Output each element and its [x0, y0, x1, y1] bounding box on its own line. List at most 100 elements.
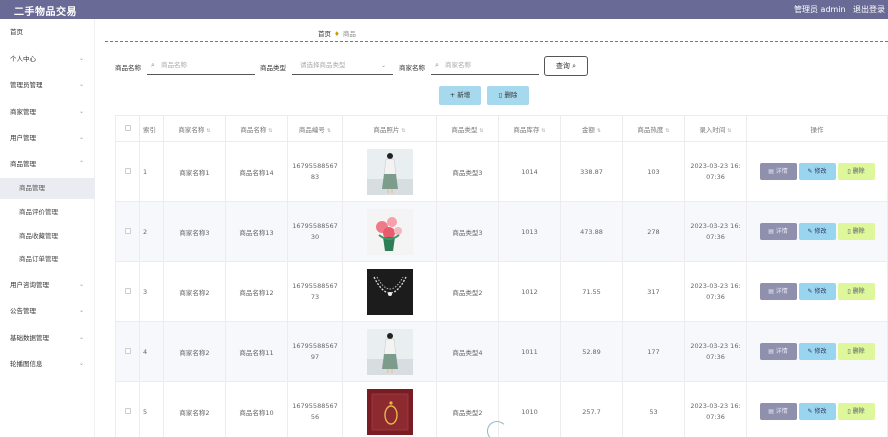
column-header[interactable]: 商品库存 ⇅ — [498, 115, 561, 142]
detail-button[interactable]: ▤ 详情 — [759, 283, 797, 300]
time-cell: 2023-03-23 16:07:36 — [684, 141, 747, 202]
merchant-name-label: 商家名称 — [399, 64, 425, 72]
logout-link[interactable]: 退出登录 — [853, 4, 885, 15]
heat-cell: 177 — [622, 321, 685, 382]
breadcrumb-home[interactable]: 首页 — [318, 30, 331, 38]
edit-icon: ✎ — [807, 348, 813, 355]
sidebar-item-merchants[interactable]: 商家管理 ⌄ — [0, 101, 95, 123]
edit-button[interactable]: ✎ 修改 — [798, 163, 836, 180]
sidebar-item-label: 轮播图信息 — [10, 360, 43, 368]
sort-icon: ⇅ — [326, 127, 332, 134]
merchant-name-input[interactable]: ⌕ 商家名称 — [431, 56, 539, 75]
column-header[interactable]: 商品编号 ⇅ — [287, 115, 343, 142]
time-cell: 2023-03-23 16:07:36 — [684, 261, 747, 322]
goods-photo-cell — [342, 261, 437, 322]
sidebar-item-admins[interactable]: 管理员管理 ⌄ — [0, 74, 95, 96]
chevron-down-icon: ⌄ — [78, 55, 84, 62]
goods-name-input[interactable]: ⌕ 商品名称 — [147, 56, 255, 75]
sidebar-item-goods[interactable]: 商品管理 ⌃ — [0, 153, 95, 175]
detail-button[interactable]: ▤ 详情 — [759, 403, 797, 420]
row-checkbox[interactable] — [115, 321, 140, 382]
column-header[interactable]: 商品热度 ⇅ — [622, 115, 685, 142]
sidebar-sub-label: 商品订单管理 — [19, 255, 58, 263]
goods-photo-cell — [342, 201, 437, 262]
column-header[interactable]: 商品类型 ⇅ — [436, 115, 499, 142]
goods-type-select[interactable]: 请选择商品类型 ⌄ — [292, 56, 393, 75]
delete-button[interactable]: ▯ 删除 — [837, 163, 875, 180]
detail-button[interactable]: ▤ 详情 — [759, 223, 797, 240]
row-index: 3 — [139, 261, 164, 322]
earring-photo[interactable] — [366, 388, 413, 435]
delete-button[interactable]: ▯ 删除 — [837, 283, 875, 300]
sidebar-sub-orders[interactable]: 商品订单管理 — [0, 249, 95, 270]
sidebar-item-notices[interactable]: 公告管理 ⌄ — [0, 300, 95, 322]
row-checkbox[interactable] — [115, 381, 140, 437]
sort-icon: ⇅ — [541, 127, 546, 134]
query-button[interactable]: 查询 ⌕ — [544, 56, 588, 76]
row-checkbox[interactable] — [115, 261, 140, 322]
batch-delete-button[interactable]: ▯ 删除 — [487, 86, 529, 105]
breadcrumb: 首页 ♦ 商品 — [318, 28, 356, 38]
time-cell: 2023-03-23 16:07:36 — [684, 321, 747, 382]
delete-button[interactable]: ▯ 删除 — [837, 223, 875, 240]
select-all-checkbox[interactable] — [115, 115, 140, 142]
sidebar-item-label: 用户咨询管理 — [10, 281, 49, 289]
sidebar-sub-label: 商品评价管理 — [19, 208, 58, 216]
row-checkbox[interactable] — [115, 201, 140, 262]
row-checkbox[interactable] — [115, 141, 140, 202]
ops-cell: ▤ 详情 ✎ 修改 ▯ 删除 — [746, 201, 888, 262]
ops-cell: ▤ 详情 ✎ 修改 ▯ 删除 — [746, 141, 888, 202]
edit-button[interactable]: ✎ 修改 — [798, 403, 836, 420]
detail-button[interactable]: ▤ 详情 — [759, 163, 797, 180]
column-header[interactable]: 商家名称 ⇅ — [163, 115, 226, 142]
sidebar-sub-goods[interactable]: 商品管理 — [0, 178, 95, 199]
column-header[interactable]: 商品照片 ⇅ — [342, 115, 437, 142]
column-header[interactable]: 商品名称 ⇅ — [225, 115, 288, 142]
chevron-down-icon: ⌄ — [78, 134, 84, 141]
edit-button[interactable]: ✎ 修改 — [798, 343, 836, 360]
ops-cell: ▤ 详情 ✎ 修改 ▯ 删除 — [746, 321, 888, 382]
flowers-photo[interactable] — [366, 208, 413, 255]
sort-icon: ⇅ — [401, 127, 406, 134]
merchant-cell: 商家名称1 — [163, 141, 226, 202]
chevron-down-icon: ⌄ — [78, 334, 84, 341]
sidebar-item-users[interactable]: 用户管理 ⌄ — [0, 127, 95, 149]
detail-icon: ▤ — [768, 228, 774, 235]
dress-photo[interactable] — [366, 328, 413, 375]
sidebar-item-profile[interactable]: 个人中心 ⌄ — [0, 48, 95, 70]
stock-cell: 1014 — [498, 141, 561, 202]
sidebar-item-basedata[interactable]: 基础数据管理 ⌄ — [0, 327, 95, 349]
sidebar-item-consult[interactable]: 用户咨询管理 ⌄ — [0, 274, 95, 296]
delete-button[interactable]: ▯ 删除 — [837, 403, 875, 420]
edit-button[interactable]: ✎ 修改 — [798, 283, 836, 300]
goods-table: 索引 商家名称 ⇅ 商品名称 ⇅ 商品编号 ⇅ 商品照片 ⇅ 商品类型 ⇅ 商品库存 ⇅ 金… — [115, 115, 888, 437]
edit-icon: ✎ — [807, 168, 813, 175]
sidebar-sub-label: 商品管理 — [19, 184, 45, 192]
sidebar-sub-label: 商品收藏管理 — [19, 232, 58, 240]
trash-icon: ▯ — [498, 91, 503, 99]
sidebar-item-carousel[interactable]: 轮播图信息 ⌄ — [0, 353, 95, 375]
necklace-photo[interactable] — [366, 268, 413, 315]
table-row: 3 商家名称2 商品名称12 1679558856773 商品类型2 1012 … — [115, 261, 888, 322]
sidebar-sub-reviews[interactable]: 商品评价管理 — [0, 202, 95, 223]
delete-button[interactable]: ▯ 删除 — [837, 343, 875, 360]
column-header[interactable]: 录入时间 ⇅ — [684, 115, 747, 142]
goods-photo-cell — [342, 321, 437, 382]
sidebar-sub-favorites[interactable]: 商品收藏管理 — [0, 226, 95, 247]
detail-icon: ▤ — [768, 288, 774, 295]
goods-type-cell: 商品类型2 — [436, 261, 499, 322]
goods-name-cell: 商品名称12 — [225, 261, 288, 322]
sidebar-item-home[interactable]: 首页 — [0, 21, 95, 43]
chevron-up-icon: ⌃ — [78, 160, 84, 167]
loading-spinner-icon — [487, 421, 507, 437]
dress-photo[interactable] — [366, 148, 413, 195]
edit-button[interactable]: ✎ 修改 — [798, 223, 836, 240]
detail-button[interactable]: ▤ 详情 — [759, 343, 797, 360]
column-header[interactable]: 金额 ⇅ — [560, 115, 623, 142]
add-button[interactable]: + 新增 — [439, 86, 481, 105]
ops-cell: ▤ 详情 ✎ 修改 ▯ 删除 — [746, 381, 888, 437]
sidebar-item-label: 基础数据管理 — [10, 334, 49, 342]
goods-photo-cell — [342, 141, 437, 202]
goods-code-cell: 1679558856756 — [287, 381, 343, 437]
sort-icon: ⇅ — [206, 127, 211, 134]
